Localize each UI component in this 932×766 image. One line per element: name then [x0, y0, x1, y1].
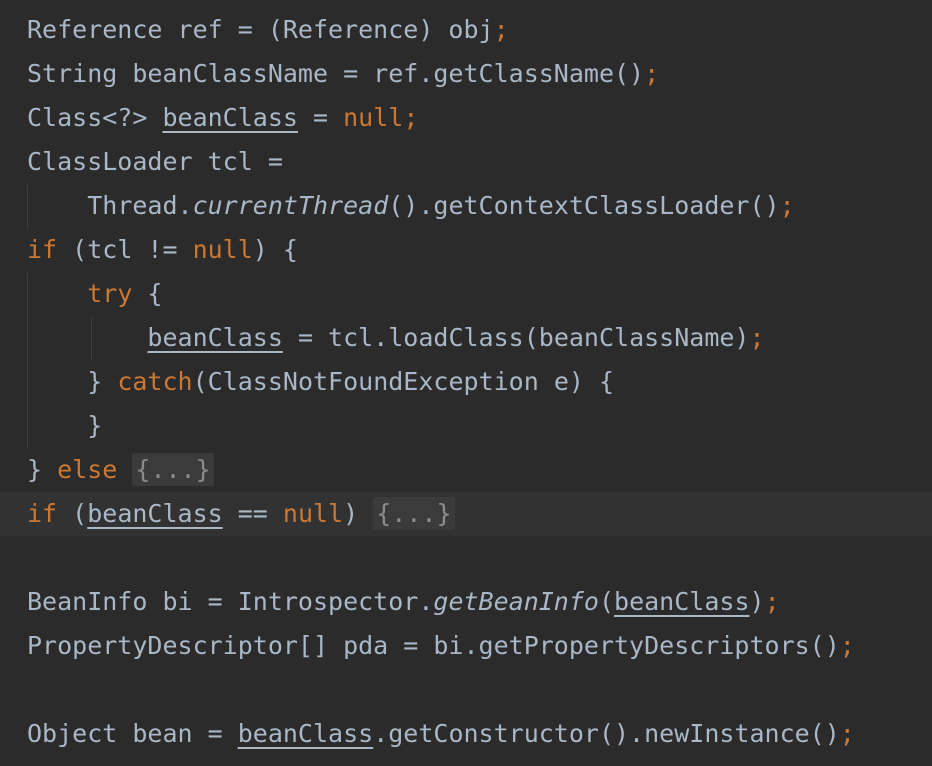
- code-text: }: [87, 411, 103, 440]
- semicolon: ;: [839, 631, 855, 660]
- code-editor[interactable]: Reference ref = (Reference) obj; String …: [0, 0, 932, 766]
- variable-reference[interactable]: beanClass: [162, 103, 297, 132]
- variable-reference[interactable]: beanClass: [87, 499, 222, 528]
- semicolon: ;: [779, 191, 795, 220]
- code-line-13-blank[interactable]: [0, 536, 932, 580]
- keyword: if: [27, 499, 58, 528]
- code-text: Reference ref = (Reference) obj: [27, 15, 494, 44]
- code-line-14[interactable]: BeanInfo bi = Introspector.getBeanInfo(b…: [0, 580, 932, 624]
- code-line-15[interactable]: PropertyDescriptor[] pda = bi.getPropert…: [0, 624, 932, 668]
- code-line-17[interactable]: Object bean = beanClass.getConstructor()…: [0, 712, 932, 756]
- code-line-7[interactable]: try {: [0, 272, 932, 316]
- semicolon: ;: [764, 587, 780, 616]
- variable-reference[interactable]: beanClass: [238, 719, 373, 748]
- code-line-2[interactable]: String beanClassName = ref.getClassName(…: [0, 52, 932, 96]
- keyword: null: [192, 235, 253, 264]
- code-text: }: [87, 367, 118, 396]
- code-text: Class<?>: [27, 103, 163, 132]
- static-method-call[interactable]: currentThread: [193, 191, 389, 220]
- code-text: =: [297, 103, 344, 132]
- code-text: .getConstructor().newInstance(): [373, 719, 840, 748]
- keyword: try: [87, 279, 133, 308]
- keyword: null: [343, 103, 404, 132]
- code-text: ().getContextClassLoader(): [388, 191, 780, 220]
- semicolon: ;: [493, 15, 509, 44]
- folded-region[interactable]: {...}: [373, 497, 455, 530]
- code-text: Object bean =: [27, 719, 238, 748]
- keyword: else: [57, 455, 118, 484]
- code-text: (ClassNotFoundException e) {: [192, 367, 615, 396]
- code-text: PropertyDescriptor[] pda = bi.getPropert…: [27, 631, 840, 660]
- code-text: ClassLoader tcl =: [27, 147, 283, 176]
- static-method-call[interactable]: getBeanInfo: [433, 587, 599, 616]
- semicolon: ;: [749, 323, 765, 352]
- code-line-16-blank[interactable]: [0, 668, 932, 712]
- code-text: (: [57, 499, 88, 528]
- code-line-9[interactable]: } catch(ClassNotFoundException e) {: [0, 360, 932, 404]
- code-text: String beanClassName = ref.getClassName(…: [27, 59, 645, 88]
- variable-reference[interactable]: beanClass: [614, 587, 749, 616]
- code-line-8[interactable]: beanClass = tcl.loadClass(beanClassName)…: [0, 316, 932, 360]
- code-line-12-current[interactable]: if (beanClass == null) {...}: [0, 492, 932, 536]
- semicolon: ;: [839, 719, 855, 748]
- code-line-10[interactable]: }: [0, 404, 932, 448]
- code-text: Thread.: [87, 191, 193, 220]
- code-text: {: [132, 279, 163, 308]
- folded-region[interactable]: {...}: [132, 453, 214, 486]
- code-line-11[interactable]: } else {...}: [0, 448, 932, 492]
- code-line-1[interactable]: Reference ref = (Reference) obj;: [0, 8, 932, 52]
- code-text: ): [749, 587, 765, 616]
- code-text: (: [598, 587, 615, 616]
- keyword: if: [27, 235, 58, 264]
- code-text: }: [27, 455, 58, 484]
- semicolon: ;: [644, 59, 660, 88]
- code-line-3[interactable]: Class<?> beanClass = null;: [0, 96, 932, 140]
- code-text: ==: [222, 499, 283, 528]
- code-text: (tcl !=: [57, 235, 193, 264]
- code-text: ): [343, 499, 374, 528]
- keyword: catch: [117, 367, 193, 396]
- variable-reference[interactable]: beanClass: [147, 323, 282, 352]
- code-line-6[interactable]: if (tcl != null) {: [0, 228, 932, 272]
- code-text: ) {: [252, 235, 298, 264]
- semicolon: ;: [403, 103, 419, 132]
- code-line-4[interactable]: ClassLoader tcl =: [0, 140, 932, 184]
- code-text: = tcl.loadClass(beanClassName): [282, 323, 750, 352]
- keyword: null: [282, 499, 344, 528]
- code-line-5[interactable]: Thread.currentThread().getContextClassLo…: [0, 184, 932, 228]
- code-text: BeanInfo bi = Introspector.: [27, 587, 434, 616]
